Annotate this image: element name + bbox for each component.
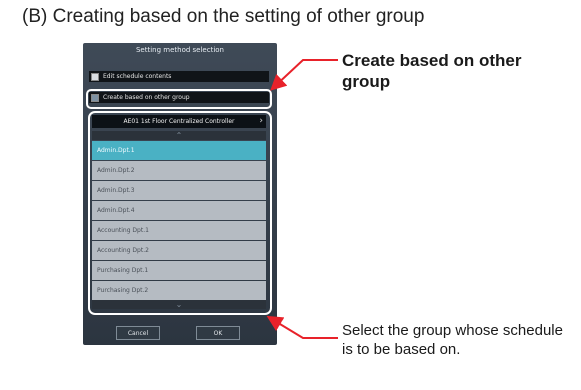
annotation-select-group: Select the group whose schedule is to be… bbox=[342, 322, 563, 358]
callout-line-create bbox=[270, 59, 338, 91]
annotation-create-based: Create based on other group bbox=[342, 51, 522, 91]
callout-line-list bbox=[266, 315, 338, 339]
